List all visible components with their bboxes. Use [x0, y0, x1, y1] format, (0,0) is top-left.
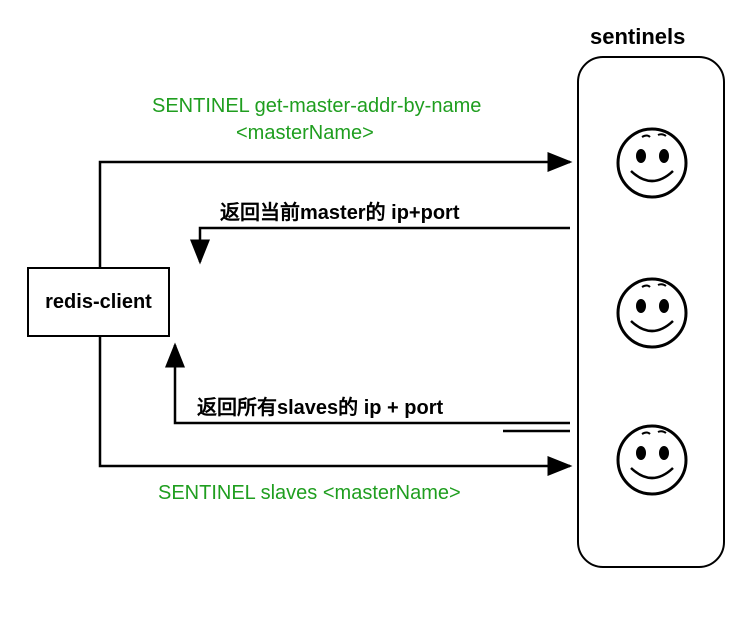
redis-client-label: redis-client [45, 291, 152, 314]
smiley-icon [614, 422, 690, 498]
diagram-canvas: sentinels [0, 0, 754, 642]
smiley-icon [614, 125, 690, 201]
smiley-icon [614, 275, 690, 351]
redis-client-box: redis-client [27, 267, 170, 337]
